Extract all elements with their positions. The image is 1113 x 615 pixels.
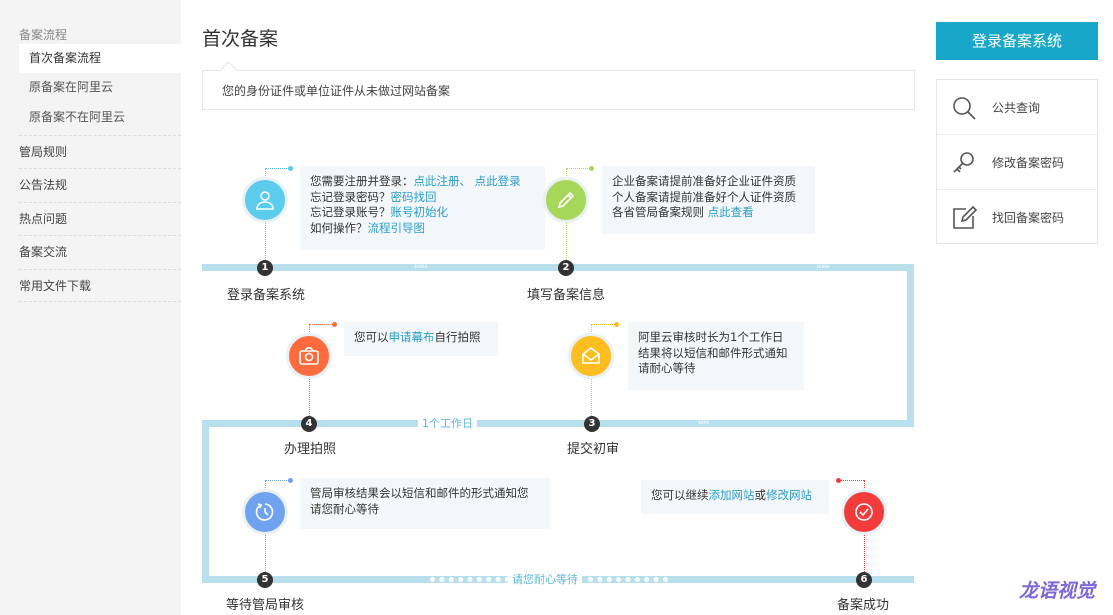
- apply-backdrop-link[interactable]: 申请幕布: [389, 330, 435, 344]
- check-icon: [841, 489, 887, 535]
- step-label-photo: 办理拍照: [284, 442, 337, 457]
- sidebar-item-rules[interactable]: 管局规则: [19, 135, 181, 168]
- sidebar-item-on-aliyun[interactable]: 原备案在阿里云: [19, 73, 181, 102]
- sidebar-item-first-filing[interactable]: 首次备案流程: [19, 44, 181, 73]
- step-number-1: 1: [257, 260, 273, 276]
- info-box-login: 您需要注册并登录：点此注册、 点此登录 忘记登录密码？密码找回 忘记登录账号？账…: [300, 166, 545, 250]
- clock-icon: [242, 489, 288, 535]
- step-number-6: 6: [856, 572, 872, 588]
- register-link[interactable]: 点此注册、: [414, 174, 472, 188]
- recover-password-link[interactable]: 找回备案密码: [937, 189, 1097, 243]
- description-box: 您的身份证件或单位证件从未做过网站备案: [202, 70, 915, 110]
- step-label-submit: 提交初审: [567, 442, 620, 457]
- public-query-link[interactable]: 公共查询: [937, 80, 1097, 134]
- sidebar-item-community[interactable]: 备案交流: [19, 235, 181, 268]
- user-icon: [242, 177, 288, 223]
- change-password-label: 修改备案密码: [992, 156, 1065, 170]
- step-number-5: 5: [257, 572, 273, 588]
- account-init-link[interactable]: 账号初始化: [391, 205, 449, 219]
- camera-icon: [286, 333, 332, 379]
- info-box-photo: 您可以申请幕布自行拍照: [344, 322, 498, 356]
- step-label-fill-info: 填写备案信息: [527, 288, 606, 303]
- quick-links-panel: 公共查询 修改备案密码 找回备案密码: [936, 79, 1098, 244]
- province-rules-link[interactable]: 点此查看: [708, 205, 754, 219]
- info-box-review: 阿里云审核时长为1个工作日 结果将以短信和邮件形式通知 请耐心等待: [628, 322, 804, 390]
- page-title: 首次备案: [202, 28, 279, 50]
- step-number-4: 4: [301, 416, 317, 432]
- change-password-link[interactable]: 修改备案密码: [937, 134, 1097, 188]
- step-label-await: 等待管局审核: [226, 598, 305, 613]
- pencil-icon: [543, 177, 589, 223]
- info-box-prepare: 企业备案请提前准备好企业证件资质 个人备案请提前准备好个人证件资质 各省管局备案…: [602, 166, 815, 234]
- step-number-3: 3: [584, 416, 600, 432]
- recover-password-label: 找回备案密码: [992, 211, 1065, 225]
- guide-link[interactable]: 流程引导图: [368, 221, 426, 235]
- info-box-await: 管局审核结果会以短信和邮件的形式通知您 请您耐心等待: [300, 478, 550, 529]
- sidebar-item-faq[interactable]: 热点问题: [19, 202, 181, 235]
- key-icon: [953, 152, 974, 173]
- login-filing-system-button[interactable]: 登录备案系统: [936, 22, 1098, 60]
- step-label-login: 登录备案系统: [227, 288, 306, 303]
- description-text: 您的身份证件或单位证件从未做过网站备案: [222, 84, 451, 98]
- info-box-success: 您可以继续添加网站或修改网站: [641, 480, 829, 514]
- password-recover-link[interactable]: 密码找回: [391, 190, 437, 204]
- sidebar: 备案流程 首次备案流程 原备案在阿里云 原备案不在阿里云 管局规则 公告法规 热…: [0, 0, 181, 615]
- add-site-link[interactable]: 添加网站: [709, 488, 755, 502]
- mail-icon: [568, 333, 614, 379]
- step-number-2: 2: [558, 260, 574, 276]
- sidebar-group-title: 备案流程: [19, 28, 68, 42]
- edit-icon: [953, 205, 977, 229]
- sidebar-item-not-on-aliyun[interactable]: 原备案不在阿里云: [19, 103, 181, 132]
- wait-label-1day: 1个工作日: [418, 417, 477, 431]
- sidebar-item-downloads[interactable]: 常用文件下载: [19, 269, 181, 302]
- search-icon: [953, 97, 976, 120]
- login-link[interactable]: 点此登录: [475, 174, 521, 188]
- sidebar-item-regulations[interactable]: 公告法规: [19, 168, 181, 201]
- step-label-success: 备案成功: [837, 598, 890, 613]
- public-query-label: 公共查询: [992, 101, 1041, 115]
- wait-label-please-wait: 请您耐心等待: [508, 573, 582, 587]
- edit-site-link[interactable]: 修改网站: [766, 488, 812, 502]
- watermark: 龙语视觉: [1019, 580, 1096, 602]
